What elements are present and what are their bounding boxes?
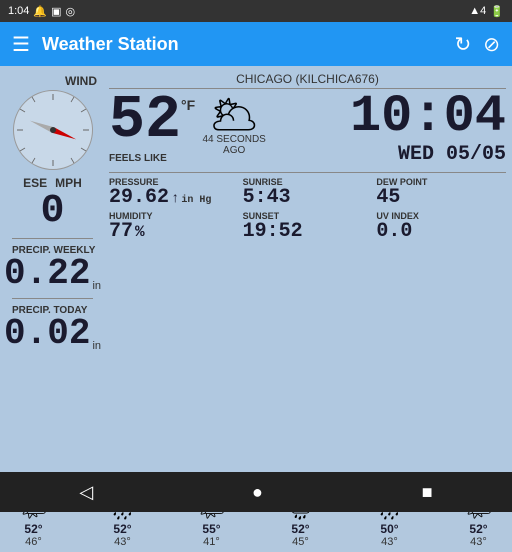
divider2 — [12, 298, 92, 299]
pressure-value: 29.62 ↑ in Hg — [109, 187, 239, 209]
recent-button[interactable]: ■ — [422, 482, 433, 503]
sunset-cell: SUNSET 19:52 — [243, 211, 373, 243]
precip-weekly-unit: in — [92, 280, 101, 292]
wind-unit: MPH — [55, 176, 82, 190]
forecast-lo-1: 43° — [114, 536, 131, 548]
location-icon: ◎ — [66, 5, 76, 18]
status-right: ▲4 🔋 — [469, 5, 504, 18]
sim-icon: ▣ — [51, 5, 61, 18]
forecast-hi-0: 52° — [24, 522, 42, 536]
forecast-hi-3: 52° — [291, 522, 309, 536]
forecast-lo-4: 43° — [381, 536, 398, 548]
precip-today-row: 0.02 in — [4, 316, 101, 352]
divider1 — [12, 238, 92, 239]
temp-block: 52 °F FEELS LIKE — [109, 91, 195, 164]
menu-icon[interactable]: ☰ — [12, 32, 30, 57]
forecast-hi-4: 50° — [380, 522, 398, 536]
dew-point-cell: DEW POINT 45 — [376, 177, 506, 209]
precip-weekly-val: 0.22 — [4, 256, 90, 292]
temperature-value: 52 — [109, 91, 181, 151]
time-block: 10:04 WED 05/05 — [273, 91, 506, 166]
pressure-arrow: ↑ — [171, 192, 179, 207]
wind-compass — [13, 90, 93, 170]
uv-index-cell: UV INDEX 0.0 — [376, 211, 506, 243]
status-time: 1:04 — [8, 5, 29, 17]
precip-weekly-row: 0.22 in — [4, 256, 101, 292]
ago-text: 44 SECONDS AGO — [199, 134, 269, 156]
weather-icon: 🌥 — [209, 91, 260, 138]
wind-direction-row: ESE MPH — [23, 176, 82, 190]
home-button[interactable]: ● — [252, 482, 263, 503]
refresh-icon[interactable]: ↻ — [454, 32, 471, 57]
dew-point-value: 45 — [376, 187, 506, 209]
app-title: Weather Station — [42, 34, 443, 55]
notification-icon: 🔔 — [33, 5, 47, 18]
wind-dir: ESE — [23, 176, 47, 190]
time-value: 10:04 — [350, 91, 506, 143]
weather-icon-area: 🌥 44 SECONDS AGO — [199, 91, 269, 156]
app-bar: ☰ Weather Station ↻ ⊘ — [0, 22, 512, 66]
status-left: 1:04 🔔 ▣ ◎ — [8, 5, 75, 18]
humidity-cell: HUMIDITY 77 % — [109, 211, 239, 243]
sunrise-cell: SUNRISE 5:43 — [243, 177, 373, 209]
wind-label: WIND — [65, 74, 97, 88]
sunset-value: 19:52 — [243, 221, 373, 243]
wifi-icon: ▲4 — [469, 5, 486, 17]
status-bar: 1:04 🔔 ▣ ◎ ▲4 🔋 — [0, 0, 512, 22]
precip-today-unit: in — [92, 340, 101, 352]
data-grid: PRESSURE 29.62 ↑ in Hg SUNRISE 5:43 DEW … — [109, 172, 506, 243]
wind-speed: 0 — [40, 192, 64, 232]
left-panel: WIND — [0, 66, 105, 472]
uv-index-value: 0.0 — [376, 221, 506, 243]
forecast-lo-3: 45° — [292, 536, 309, 548]
forecast-hi-5: 52° — [469, 522, 487, 536]
pressure-unit: in Hg — [181, 195, 211, 206]
bottom-nav: ◁ ● ■ — [0, 472, 512, 512]
pressure-cell: PRESSURE 29.62 ↑ in Hg — [109, 177, 239, 209]
sunrise-value: 5:43 — [243, 187, 373, 209]
humidity-unit: % — [135, 224, 145, 242]
settings-icon[interactable]: ⊘ — [483, 32, 500, 57]
forecast-hi-1: 52° — [113, 522, 131, 536]
right-panel: CHICAGO (KILCHICA676) 52 °F FEELS LIKE 🌥… — [105, 66, 512, 472]
forecast-lo-2: 41° — [203, 536, 220, 548]
date-value: WED 05/05 — [398, 143, 506, 166]
battery-icon: 🔋 — [490, 5, 504, 18]
main-content: WIND — [0, 66, 512, 472]
forecast-lo-0: 46° — [25, 536, 42, 548]
feels-like-label: FEELS LIKE — [109, 153, 195, 164]
forecast-hi-2: 55° — [202, 522, 220, 536]
temp-unit: °F — [181, 97, 195, 113]
humidity-value: 77 % — [109, 221, 239, 243]
forecast-lo-5: 43° — [470, 536, 487, 548]
precip-today-val: 0.02 — [4, 316, 90, 352]
back-button[interactable]: ◁ — [79, 482, 93, 503]
temp-time-row: 52 °F FEELS LIKE 🌥 44 SECONDS AGO 10:04 … — [109, 91, 506, 166]
